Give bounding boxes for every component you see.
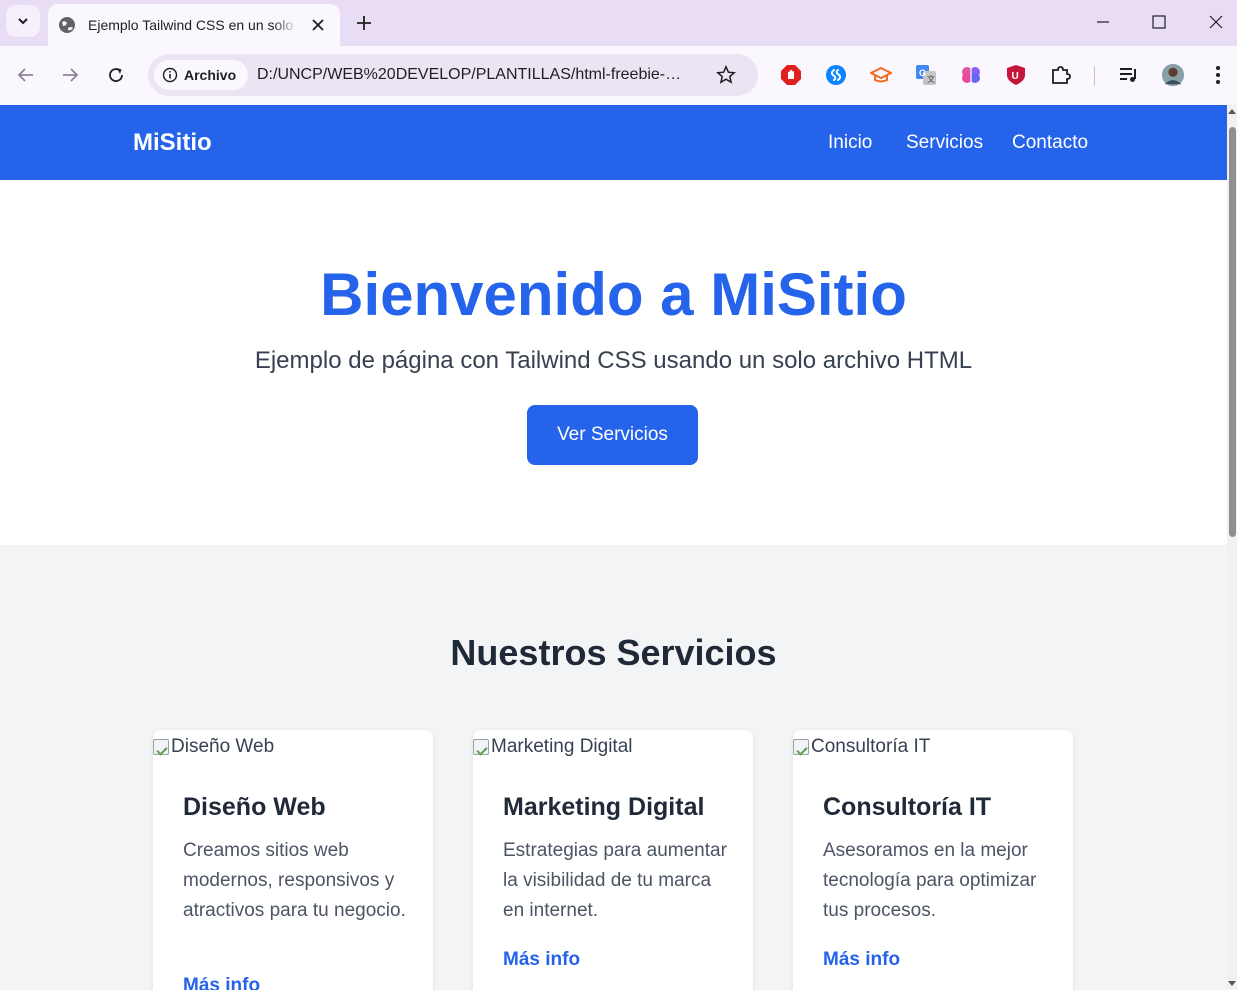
reload-icon[interactable] [101, 60, 131, 90]
card-title: Diseño Web [183, 793, 326, 821]
site-logo[interactable]: MiSitio [133, 129, 212, 157]
nav-link-inicio[interactable]: Inicio [828, 132, 872, 154]
google-translate-icon[interactable]: G文 [914, 63, 938, 87]
mas-info-link[interactable]: Más info [183, 975, 260, 990]
profile-avatar-icon[interactable] [1161, 63, 1185, 87]
service-card-consultoria-it: Consultoría IT Consultoría IT Asesoramos… [793, 730, 1073, 990]
mas-info-link[interactable]: Más info [503, 949, 580, 971]
forward-arrow-icon[interactable] [55, 60, 85, 90]
bookmark-star-icon[interactable] [714, 63, 738, 87]
globe-icon [58, 16, 76, 34]
hero-subtitle: Ejemplo de página con Tailwind CSS usand… [254, 347, 973, 374]
ver-servicios-button[interactable]: Ver Servicios [527, 405, 698, 465]
address-bar[interactable]: Archivo D:/UNCP/WEB%20DEVELOP/PLANTILLAS… [148, 54, 758, 96]
broken-image: Consultoría IT [793, 736, 930, 758]
adblock-icon[interactable] [779, 63, 803, 87]
hero-section: Bienvenido a MiSitio Ejemplo de página c… [0, 180, 1227, 545]
svg-text:文: 文 [927, 74, 935, 84]
tab-title: Ejemplo Tailwind CSS en un solo archivo [88, 17, 298, 33]
close-window-icon[interactable] [1201, 8, 1231, 36]
card-description: Creamos sitios web modernos, responsivos… [183, 840, 406, 921]
image-alt-text: Consultoría IT [811, 736, 931, 757]
image-alt-text: Diseño Web [171, 736, 275, 757]
hero-title: Bienvenido a MiSitio [320, 261, 907, 328]
card-description: Asesoramos en la mejor tecnología para o… [823, 840, 1037, 921]
services-section: Nuestros Servicios Diseño Web Diseño Web… [0, 545, 1227, 990]
scroll-down-arrow-icon[interactable] [1228, 981, 1236, 986]
svg-text:U: U [1012, 71, 1019, 82]
media-control-icon[interactable] [1117, 63, 1141, 87]
broken-image-icon [473, 739, 489, 755]
mas-info-link[interactable]: Más info [823, 949, 900, 971]
url-text[interactable]: D:/UNCP/WEB%20DEVELOP/PLANTILLAS/html-fr… [257, 66, 702, 84]
new-tab-icon[interactable] [352, 11, 376, 35]
page-scrollbar[interactable] [1227, 105, 1237, 990]
scrollbar-thumb[interactable] [1229, 127, 1236, 537]
broken-image-icon [153, 739, 169, 755]
nav-link-contacto[interactable]: Contacto [1012, 132, 1088, 154]
ublock-icon[interactable]: U [1004, 63, 1028, 87]
service-card-marketing-digital: Marketing Digital Marketing Digital Estr… [473, 730, 753, 990]
maximize-icon[interactable] [1144, 8, 1174, 36]
more-menu-icon[interactable] [1206, 63, 1230, 87]
card-title: Marketing Digital [503, 793, 705, 821]
service-card-diseno-web: Diseño Web Diseño Web Creamos sitios web… [153, 730, 433, 990]
puzzle-icon[interactable] [1049, 63, 1073, 87]
tab-search-button[interactable] [6, 5, 40, 37]
card-description: Estrategias para aumentar la visibilidad… [503, 840, 727, 921]
shazam-icon[interactable] [824, 63, 848, 87]
broken-image-icon [793, 739, 809, 755]
tab-strip: Ejemplo Tailwind CSS en un solo archivo [0, 0, 1237, 46]
minimize-icon[interactable] [1088, 8, 1118, 36]
browser-toolbar: Archivo D:/UNCP/WEB%20DEVELOP/PLANTILLAS… [0, 46, 1237, 105]
back-arrow-icon[interactable] [11, 60, 41, 90]
close-tab-icon[interactable] [308, 15, 328, 35]
tutor-icon[interactable] [869, 63, 893, 87]
brain-icon[interactable] [959, 63, 983, 87]
site-chip-label: Archivo [184, 67, 237, 83]
image-alt-text: Marketing Digital [491, 736, 633, 757]
site-info-chip[interactable]: Archivo [154, 60, 248, 90]
services-title: Nuestros Servicios [450, 632, 777, 673]
chevron-down-icon [18, 18, 28, 25]
info-icon [162, 67, 178, 83]
page-viewport: MiSitio Inicio Servicios Contacto Bienve… [0, 105, 1227, 990]
card-title: Consultoría IT [823, 793, 992, 821]
broken-image: Marketing Digital [473, 736, 633, 758]
scroll-up-arrow-icon[interactable] [1228, 109, 1236, 114]
site-navbar: MiSitio Inicio Servicios Contacto [0, 105, 1227, 180]
active-tab[interactable]: Ejemplo Tailwind CSS en un solo archivo [48, 4, 340, 46]
svg-text:G: G [919, 68, 926, 78]
toolbar-divider [1094, 66, 1095, 86]
nav-link-servicios[interactable]: Servicios [906, 132, 983, 154]
broken-image: Diseño Web [153, 736, 274, 758]
